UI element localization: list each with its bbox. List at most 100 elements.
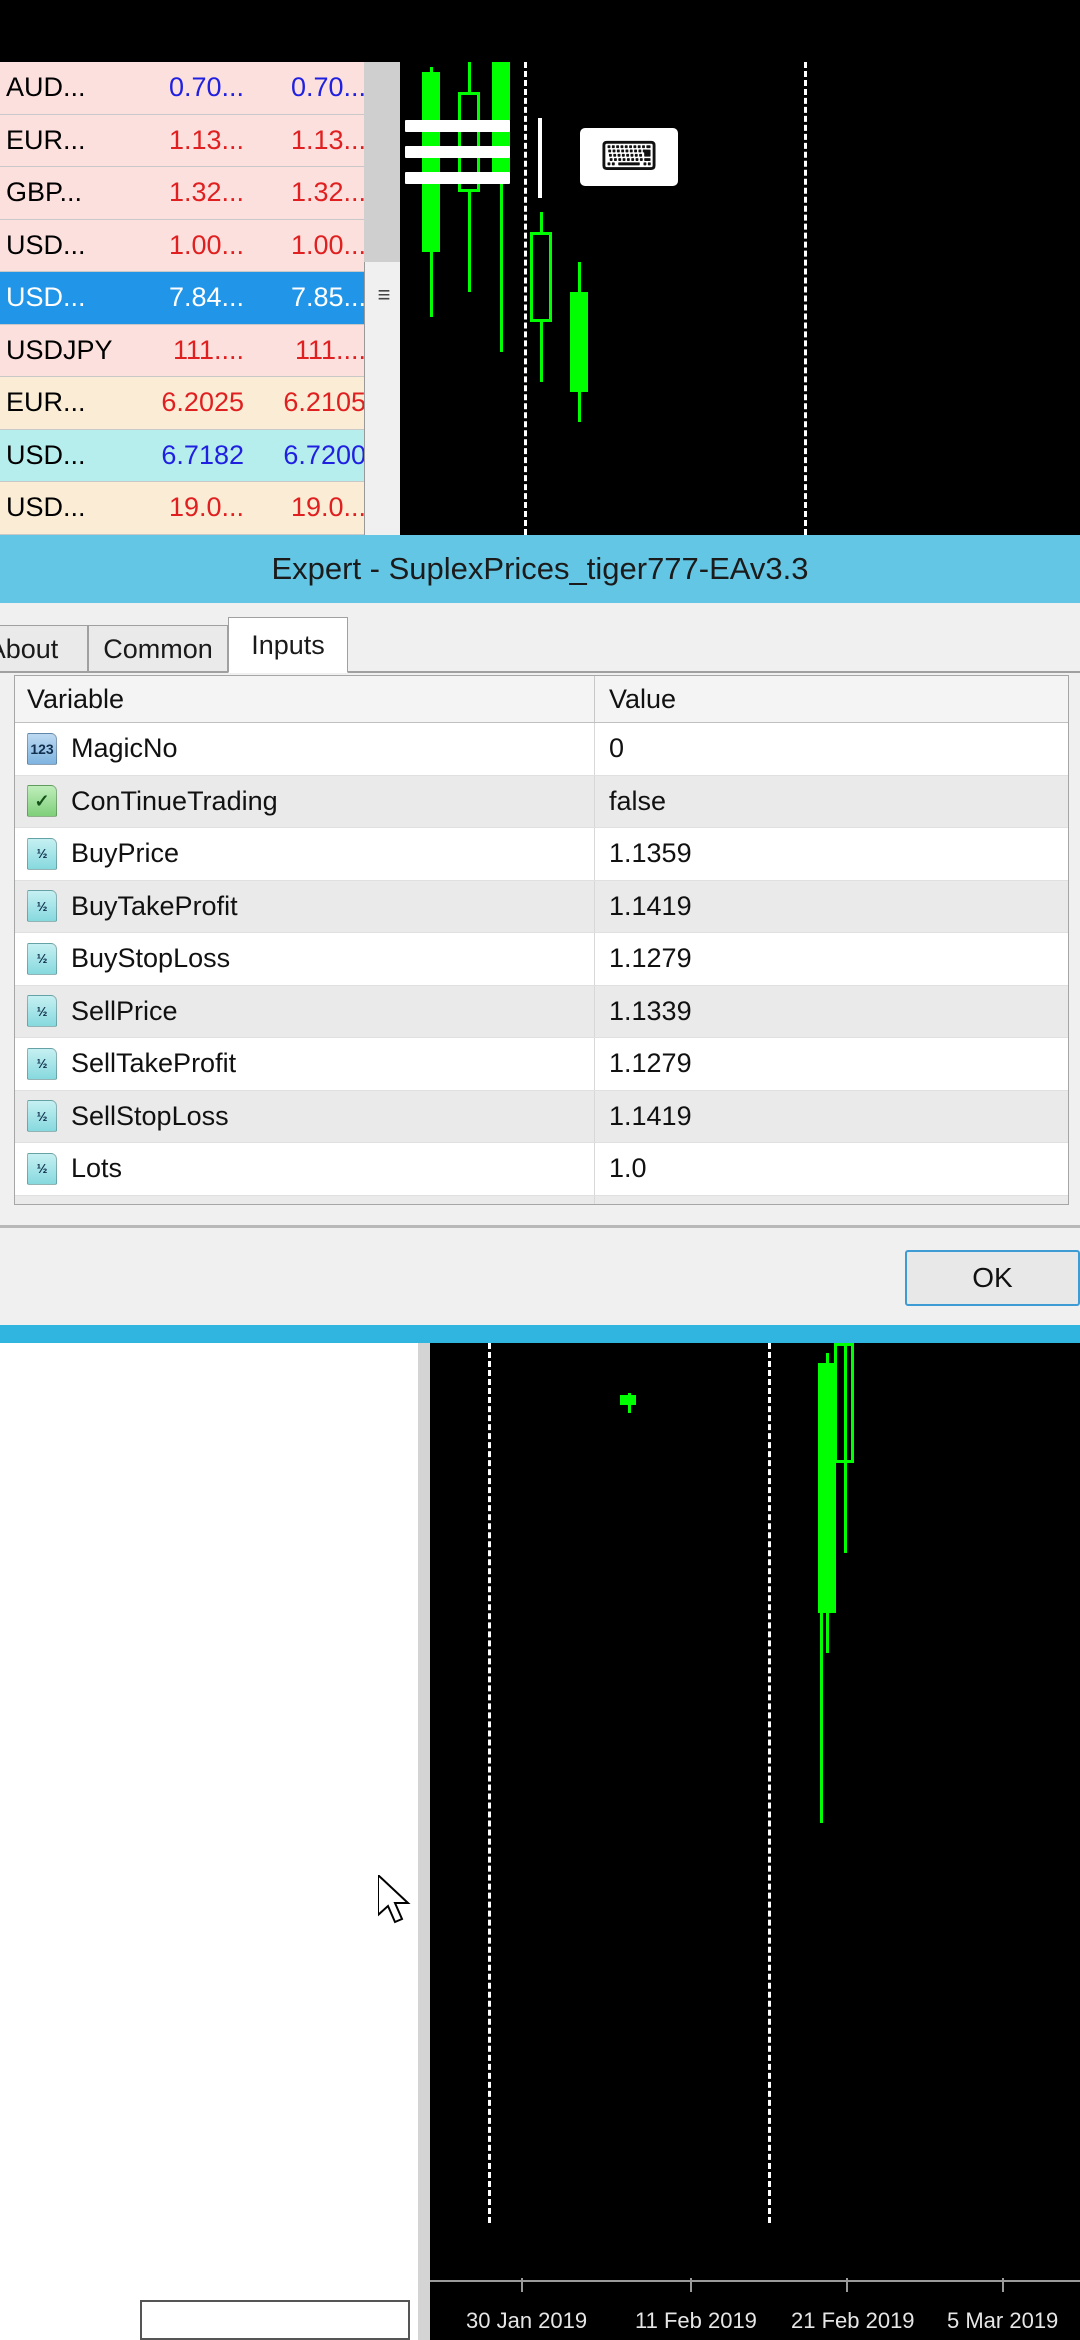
candle-wick bbox=[820, 1593, 823, 1823]
axis-tick bbox=[846, 2278, 848, 2292]
value-cell[interactable]: 1.1279 bbox=[595, 933, 1068, 985]
market-watch-scroll-thumb[interactable] bbox=[364, 62, 400, 262]
market-watch-row[interactable]: USD...7.84...7.85... bbox=[0, 272, 398, 325]
axis-tick bbox=[690, 2278, 692, 2292]
dialog-tabstrip[interactable]: About Common Inputs bbox=[0, 617, 1080, 673]
symbol-cell: USDJPY bbox=[0, 335, 130, 366]
candle-body bbox=[530, 232, 552, 322]
ask-cell: 111.... bbox=[252, 335, 374, 366]
tab-about-label: About bbox=[0, 634, 58, 665]
chart-vertical-divider bbox=[488, 1343, 491, 2223]
bottom-status-box[interactable] bbox=[140, 2300, 410, 2340]
menu-icon[interactable] bbox=[405, 120, 510, 195]
variable-name: Lots bbox=[71, 1153, 122, 1184]
table-row[interactable]: 123 MagicNo 0 bbox=[15, 723, 1068, 776]
market-watch-row[interactable]: USD...19.0...19.0... bbox=[0, 482, 398, 535]
ask-cell: 1.32... bbox=[252, 177, 374, 208]
bottom-chart-canvas[interactable]: 30 Jan 201911 Feb 201921 Feb 20195 Mar 2… bbox=[430, 1343, 1080, 2340]
market-watch-row[interactable]: GBP...1.32...1.32... bbox=[0, 167, 398, 220]
keyboard-icon[interactable]: ⌨ bbox=[580, 128, 678, 186]
candle-body bbox=[620, 1395, 636, 1405]
axis-tick-label: 5 Mar 2019 bbox=[947, 2308, 1058, 2334]
chart-vertical-divider bbox=[524, 62, 527, 535]
chart-vertical-divider bbox=[804, 62, 807, 535]
variable-cell: ½BuyStopLoss bbox=[15, 933, 595, 985]
market-watch-row[interactable]: USD...6.71826.7200 bbox=[0, 430, 398, 483]
ask-cell: 6.2105 bbox=[252, 387, 374, 418]
tab-common[interactable]: Common bbox=[88, 625, 228, 673]
int-type-icon: 123 bbox=[27, 733, 57, 765]
table-row[interactable]: ½LotsMP0.0 bbox=[15, 1196, 1068, 1206]
tab-about[interactable]: About bbox=[0, 625, 88, 673]
bool-type-icon: ✓ bbox=[27, 785, 57, 817]
value-cell[interactable]: 1.1359 bbox=[595, 828, 1068, 880]
symbol-cell: USD... bbox=[0, 230, 130, 261]
table-row[interactable]: ½SellTakeProfit1.1279 bbox=[15, 1038, 1068, 1091]
symbol-cell: AUD... bbox=[0, 72, 130, 103]
variable-cell: ½SellPrice bbox=[15, 986, 595, 1038]
value-cell[interactable]: 0 bbox=[595, 723, 1068, 775]
market-watch-row[interactable]: EUR...1.13...1.13... bbox=[0, 115, 398, 168]
table-row[interactable]: ½ BuyPrice 1.1359 bbox=[15, 828, 1068, 881]
value-cell[interactable]: false bbox=[595, 776, 1068, 828]
variable-name: SellStopLoss bbox=[71, 1101, 229, 1132]
table-row[interactable]: ½ Lots 1.0 bbox=[15, 1143, 1068, 1196]
market-watch-row[interactable]: AUD...0.70...0.70... bbox=[0, 62, 398, 115]
table-row[interactable]: ½SellPrice1.1339 bbox=[15, 986, 1068, 1039]
table-row[interactable]: ½BuyStopLoss1.1279 bbox=[15, 933, 1068, 986]
value-cell[interactable]: 1.1419 bbox=[595, 881, 1068, 933]
inputs-table[interactable]: Variable Value 123 MagicNo 0✓ConTinueTradi… bbox=[14, 675, 1069, 1205]
dbl-type-icon: ½ bbox=[27, 1100, 57, 1132]
dbl-type-icon: ½ bbox=[27, 838, 57, 870]
bid-cell: 1.13... bbox=[130, 125, 252, 156]
dbl-type-icon: ½ bbox=[27, 1153, 57, 1185]
market-watch-row[interactable]: USDJPY111....111.... bbox=[0, 325, 398, 378]
variable-name: BuyTakeProfit bbox=[71, 891, 238, 922]
bottom-panel-edge bbox=[418, 1343, 430, 2340]
ask-cell: 0.70... bbox=[252, 72, 374, 103]
table-row[interactable]: ½BuyTakeProfit1.1419 bbox=[15, 881, 1068, 934]
dialog-bottom-accent-bar bbox=[0, 1325, 1080, 1343]
bottom-white-panel[interactable] bbox=[0, 1343, 418, 2340]
market-watch-row[interactable]: EUR...6.20256.2105 bbox=[0, 377, 398, 430]
value-cell[interactable]: 1.0 bbox=[595, 1143, 1068, 1195]
dialog-title: Expert - SuplexPrices_tiger777-EAv3.3 bbox=[0, 535, 1080, 603]
table-row[interactable]: ½ SellStopLoss 1.1419 bbox=[15, 1091, 1068, 1144]
chart-x-axis bbox=[430, 2280, 1080, 2282]
ask-cell: 1.13... bbox=[252, 125, 374, 156]
variable-name: BuyPrice bbox=[71, 838, 179, 869]
ask-cell: 19.0... bbox=[252, 492, 374, 523]
bid-cell: 1.00... bbox=[130, 230, 252, 261]
inputs-table-header: Variable Value bbox=[15, 676, 1068, 723]
market-watch-panel[interactable]: AUD...0.70...0.70...EUR...1.13...1.13...… bbox=[0, 62, 400, 535]
inputs-table-body[interactable]: 123 MagicNo 0✓ConTinueTradingfalse ½ BuyPric… bbox=[15, 723, 1068, 1205]
axis-tick bbox=[1002, 2278, 1004, 2292]
market-watch-rows[interactable]: AUD...0.70...0.70...EUR...1.13...1.13...… bbox=[0, 62, 398, 535]
toolbar-divider bbox=[538, 118, 542, 198]
tab-inputs[interactable]: Inputs bbox=[228, 617, 348, 673]
symbol-cell: GBP... bbox=[0, 177, 130, 208]
bid-cell: 0.70... bbox=[130, 72, 252, 103]
market-watch-scroll-grip-icon[interactable]: ≡ bbox=[375, 288, 393, 302]
bid-cell: 19.0... bbox=[130, 492, 252, 523]
variable-name: SellPrice bbox=[71, 996, 178, 1027]
table-row[interactable]: ✓ConTinueTradingfalse bbox=[15, 776, 1068, 829]
ask-cell: 6.7200 bbox=[252, 440, 374, 471]
chart-vertical-divider bbox=[768, 1343, 771, 2223]
value-cell[interactable]: 1.1419 bbox=[595, 1091, 1068, 1143]
variable-cell: ½ Lots bbox=[15, 1143, 595, 1195]
symbol-cell: USD... bbox=[0, 282, 130, 313]
value-cell[interactable]: 1.1339 bbox=[595, 986, 1068, 1038]
market-watch-row[interactable]: USD...1.00...1.00... bbox=[0, 220, 398, 273]
value-cell[interactable]: 0.0 bbox=[595, 1196, 1068, 1206]
symbol-cell: USD... bbox=[0, 440, 130, 471]
ok-button[interactable]: OK bbox=[905, 1250, 1080, 1306]
tabstrip-underline bbox=[0, 671, 1080, 673]
variable-name: MagicNo bbox=[71, 733, 178, 764]
variable-cell: ½ BuyPrice bbox=[15, 828, 595, 880]
axis-tick-label: 11 Feb 2019 bbox=[635, 2308, 757, 2334]
value-cell[interactable]: 1.1279 bbox=[595, 1038, 1068, 1090]
column-header-variable: Variable bbox=[15, 676, 595, 722]
tab-inputs-label: Inputs bbox=[251, 630, 325, 661]
tab-common-label: Common bbox=[103, 634, 213, 665]
